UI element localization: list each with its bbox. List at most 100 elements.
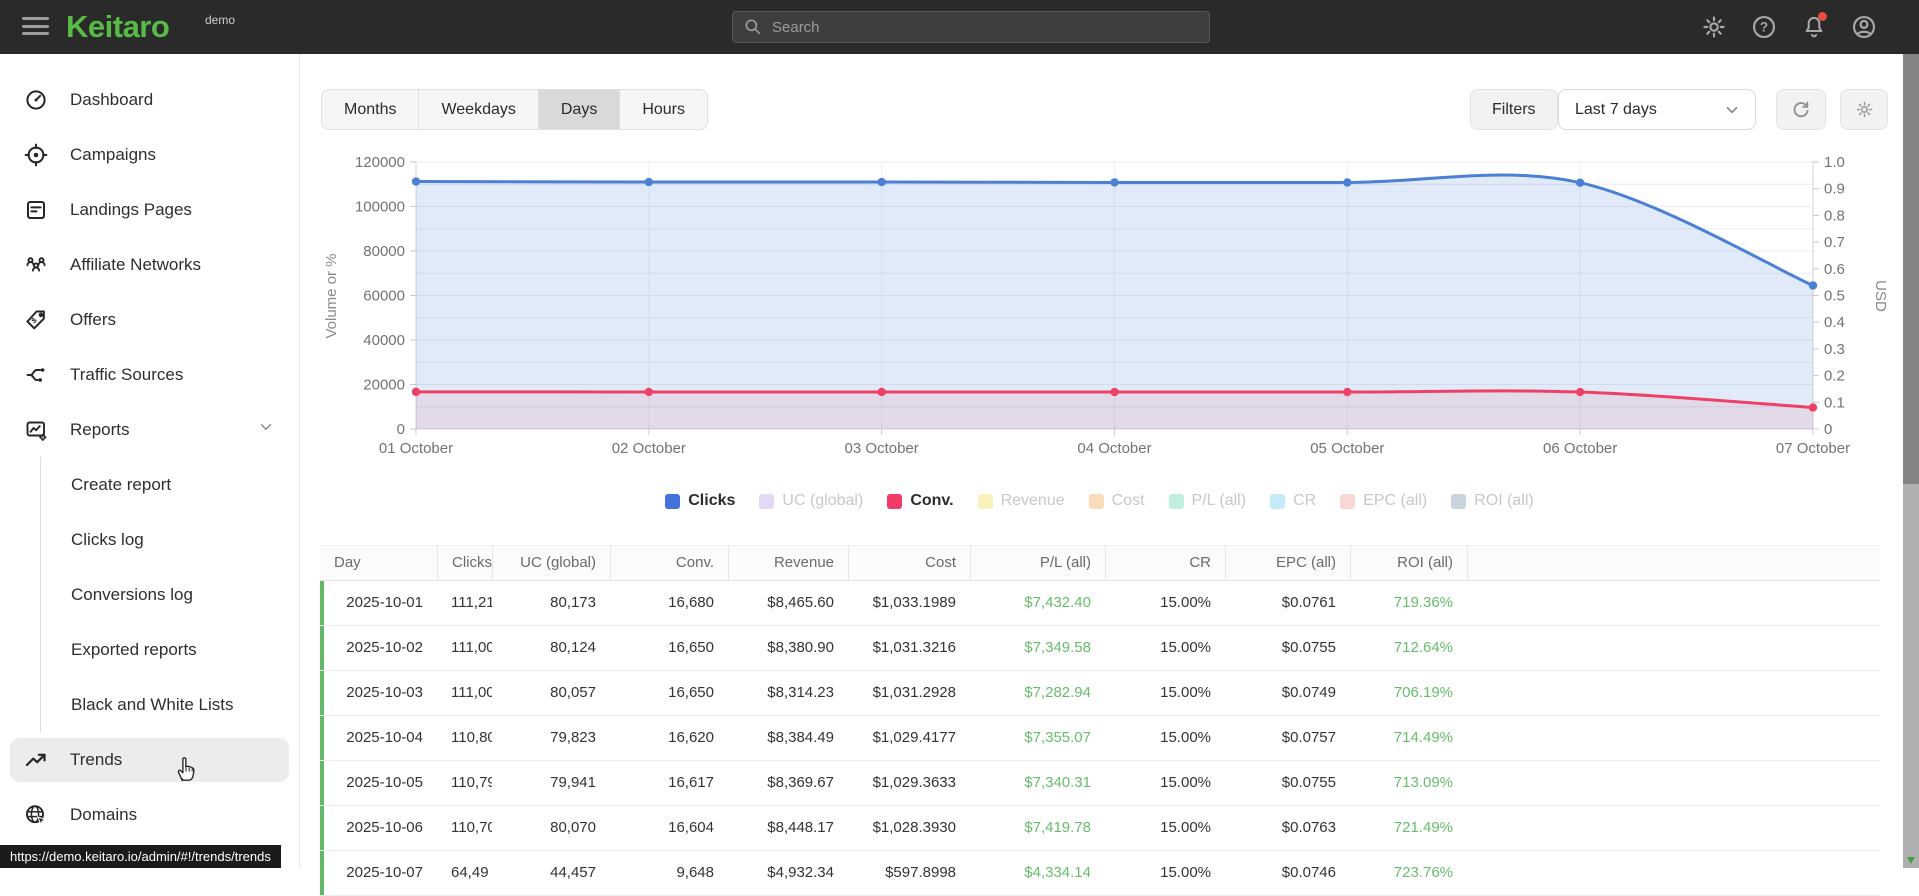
- column-header-roi-all-[interactable]: ROI (all): [1350, 546, 1467, 580]
- column-header-conv-[interactable]: Conv.: [610, 546, 728, 580]
- account-user-icon[interactable]: [1851, 14, 1877, 40]
- cell-revenue: $8,465.60: [767, 594, 834, 611]
- refresh-button[interactable]: [1776, 89, 1826, 130]
- sidebar-item-campaigns[interactable]: Campaigns: [0, 127, 299, 182]
- chevron-down-icon[interactable]: [257, 418, 275, 441]
- help-icon[interactable]: ?: [1751, 14, 1777, 40]
- sidebar-item-black-and-white-lists[interactable]: Black and White Lists: [41, 677, 299, 732]
- sidebar-item-label: Reports: [70, 419, 130, 439]
- sidebar-item-conversions-log[interactable]: Conversions log: [41, 567, 299, 622]
- tab-hours[interactable]: Hours: [620, 90, 707, 129]
- search-box[interactable]: [732, 11, 1210, 43]
- column-header-p-l-all-[interactable]: P/L (all): [970, 546, 1105, 580]
- column-header-clicks[interactable]: Clicks: [437, 546, 492, 580]
- tab-weekdays[interactable]: Weekdays: [419, 90, 539, 129]
- date-range-select[interactable]: Last 7 days: [1558, 89, 1756, 130]
- sidebar-item-traffic-sources[interactable]: Traffic Sources: [0, 347, 299, 402]
- chart-settings-button[interactable]: [1840, 89, 1888, 130]
- notifications-bell-icon[interactable]: [1801, 12, 1827, 40]
- cell-p-l-all-: $7,340.31: [1024, 774, 1091, 791]
- cell-cost: $1,029.3633: [872, 774, 956, 791]
- sidebar-item-landings-pages[interactable]: Landings Pages: [0, 182, 299, 237]
- data-point: [1808, 403, 1818, 412]
- cell-clicks: 110,70: [451, 819, 492, 836]
- left-axis-title: Volume or %: [323, 253, 340, 338]
- cell-roi-all-: 723.76%: [1393, 864, 1453, 881]
- table-header-row: Day Clicks UC (global) Conv. Revenue Cost P/L …: [320, 545, 1880, 581]
- data-point: [877, 387, 886, 397]
- cell-filler: [1467, 761, 1880, 805]
- search-input[interactable]: [772, 18, 1199, 36]
- page-scrollbar[interactable]: [1903, 54, 1919, 868]
- legend-item-roi-all-[interactable]: ROI (all): [1451, 492, 1534, 510]
- sidebar-item-clicks-log[interactable]: Clicks log: [41, 512, 299, 567]
- cell-conv-: 16,680: [668, 594, 714, 611]
- cell-clicks: 110,80: [451, 729, 492, 746]
- brand-logo[interactable]: Keitaro: [66, 9, 170, 45]
- column-header-revenue[interactable]: Revenue: [728, 546, 848, 580]
- table-row: 2025-10-07 64,49 44,457 9,648 $4,932.34 $597.…: [320, 851, 1880, 896]
- cell-p-l-all-: $7,432.40: [1024, 594, 1091, 611]
- legend-item-epc-all-[interactable]: EPC (all): [1340, 492, 1427, 510]
- right-tick-label: 0.1: [1824, 394, 1845, 411]
- cell-clicks: 64,49: [451, 864, 489, 881]
- sidebar: Dashboard Campaigns Landings Pages Affiliat…: [0, 54, 300, 868]
- x-tick-label: 05 October: [1310, 440, 1384, 457]
- refresh-icon: [1793, 101, 1809, 117]
- column-header-epc-all-[interactable]: EPC (all): [1225, 546, 1350, 580]
- filters-button[interactable]: Filters: [1470, 89, 1558, 130]
- legend-item-p-l-all-[interactable]: P/L (all): [1168, 492, 1246, 510]
- chevron-down-icon: [1726, 106, 1738, 113]
- sidebar-item-affiliate-networks[interactable]: Affiliate Networks: [0, 237, 299, 292]
- sidebar-item-exported-reports[interactable]: Exported reports: [41, 622, 299, 677]
- x-tick-label: 07 October: [1776, 440, 1850, 457]
- series-area-conv: [416, 390, 1813, 429]
- legend-label: ROI (all): [1474, 492, 1534, 509]
- column-header-day[interactable]: Day: [320, 546, 437, 580]
- row-accent-bar: [320, 716, 324, 760]
- legend-item-clicks[interactable]: Clicks: [665, 492, 735, 510]
- sidebar-item-domains[interactable]: Domains: [0, 787, 299, 842]
- hamburger-menu-icon[interactable]: [22, 17, 49, 37]
- sidebar-item-offers[interactable]: $ Offers: [0, 292, 299, 347]
- tab-days[interactable]: Days: [538, 90, 621, 129]
- sidebar-item-reports[interactable]: Reports: [0, 402, 299, 457]
- settings-gear-icon[interactable]: [1701, 14, 1727, 40]
- sidebar-item-trends[interactable]: Trends: [10, 737, 289, 782]
- trends-line-chart: Volume or % USD 0 20000 40000 60000 80000 100…: [323, 154, 1889, 457]
- right-tick-label: 0.4: [1824, 314, 1845, 331]
- cell-cr: 15.00%: [1160, 774, 1211, 791]
- legend-item-conv-[interactable]: Conv.: [887, 492, 954, 510]
- cell-p-l-all-: $7,349.58: [1024, 639, 1091, 656]
- legend-label: Cost: [1111, 492, 1145, 509]
- legend-item-revenue[interactable]: Revenue: [977, 492, 1065, 510]
- cell-filler: [1467, 626, 1880, 670]
- topbar: Keitaro demo ?: [0, 0, 1919, 54]
- row-accent-bar: [320, 581, 324, 625]
- chart-legend: Clicks UC (global) Conv. Revenue Cost P/L (al…: [300, 487, 1899, 515]
- sidebar-item-label: Dashboard: [70, 89, 154, 109]
- cell-epc-all-: $0.0763: [1281, 819, 1336, 836]
- table-row: 2025-10-03 111,00 80,057 16,650 $8,314.23 $1,…: [320, 671, 1880, 716]
- left-tick-label: 80000: [363, 243, 405, 260]
- tab-months[interactable]: Months: [322, 90, 420, 129]
- legend-item-cost[interactable]: Cost: [1088, 492, 1145, 510]
- left-tick-label: 40000: [363, 332, 405, 349]
- scrollbar-thumb[interactable]: [1903, 54, 1919, 484]
- cell-filler: [1467, 671, 1880, 715]
- cell-epc-all-: $0.0749: [1281, 684, 1336, 701]
- right-tick-label: 0.2: [1824, 368, 1845, 385]
- column-header-cost[interactable]: Cost: [848, 546, 970, 580]
- cell-filler: [1467, 851, 1880, 895]
- sidebar-item-create-report[interactable]: Create report: [41, 457, 299, 512]
- cell-p-l-all-: $7,355.07: [1024, 729, 1091, 746]
- legend-label: Conv.: [910, 492, 954, 509]
- column-header-uc-global-[interactable]: UC (global): [492, 546, 610, 580]
- data-point: [644, 177, 654, 187]
- column-header-cr[interactable]: CR: [1105, 546, 1225, 580]
- legend-item-uc-global-[interactable]: UC (global): [759, 492, 863, 510]
- sidebar-item-dashboard[interactable]: Dashboard: [0, 72, 299, 127]
- legend-item-cr[interactable]: CR: [1270, 492, 1316, 510]
- cell-clicks: 111,00: [451, 684, 492, 701]
- cell-revenue: $8,369.67: [767, 774, 834, 791]
